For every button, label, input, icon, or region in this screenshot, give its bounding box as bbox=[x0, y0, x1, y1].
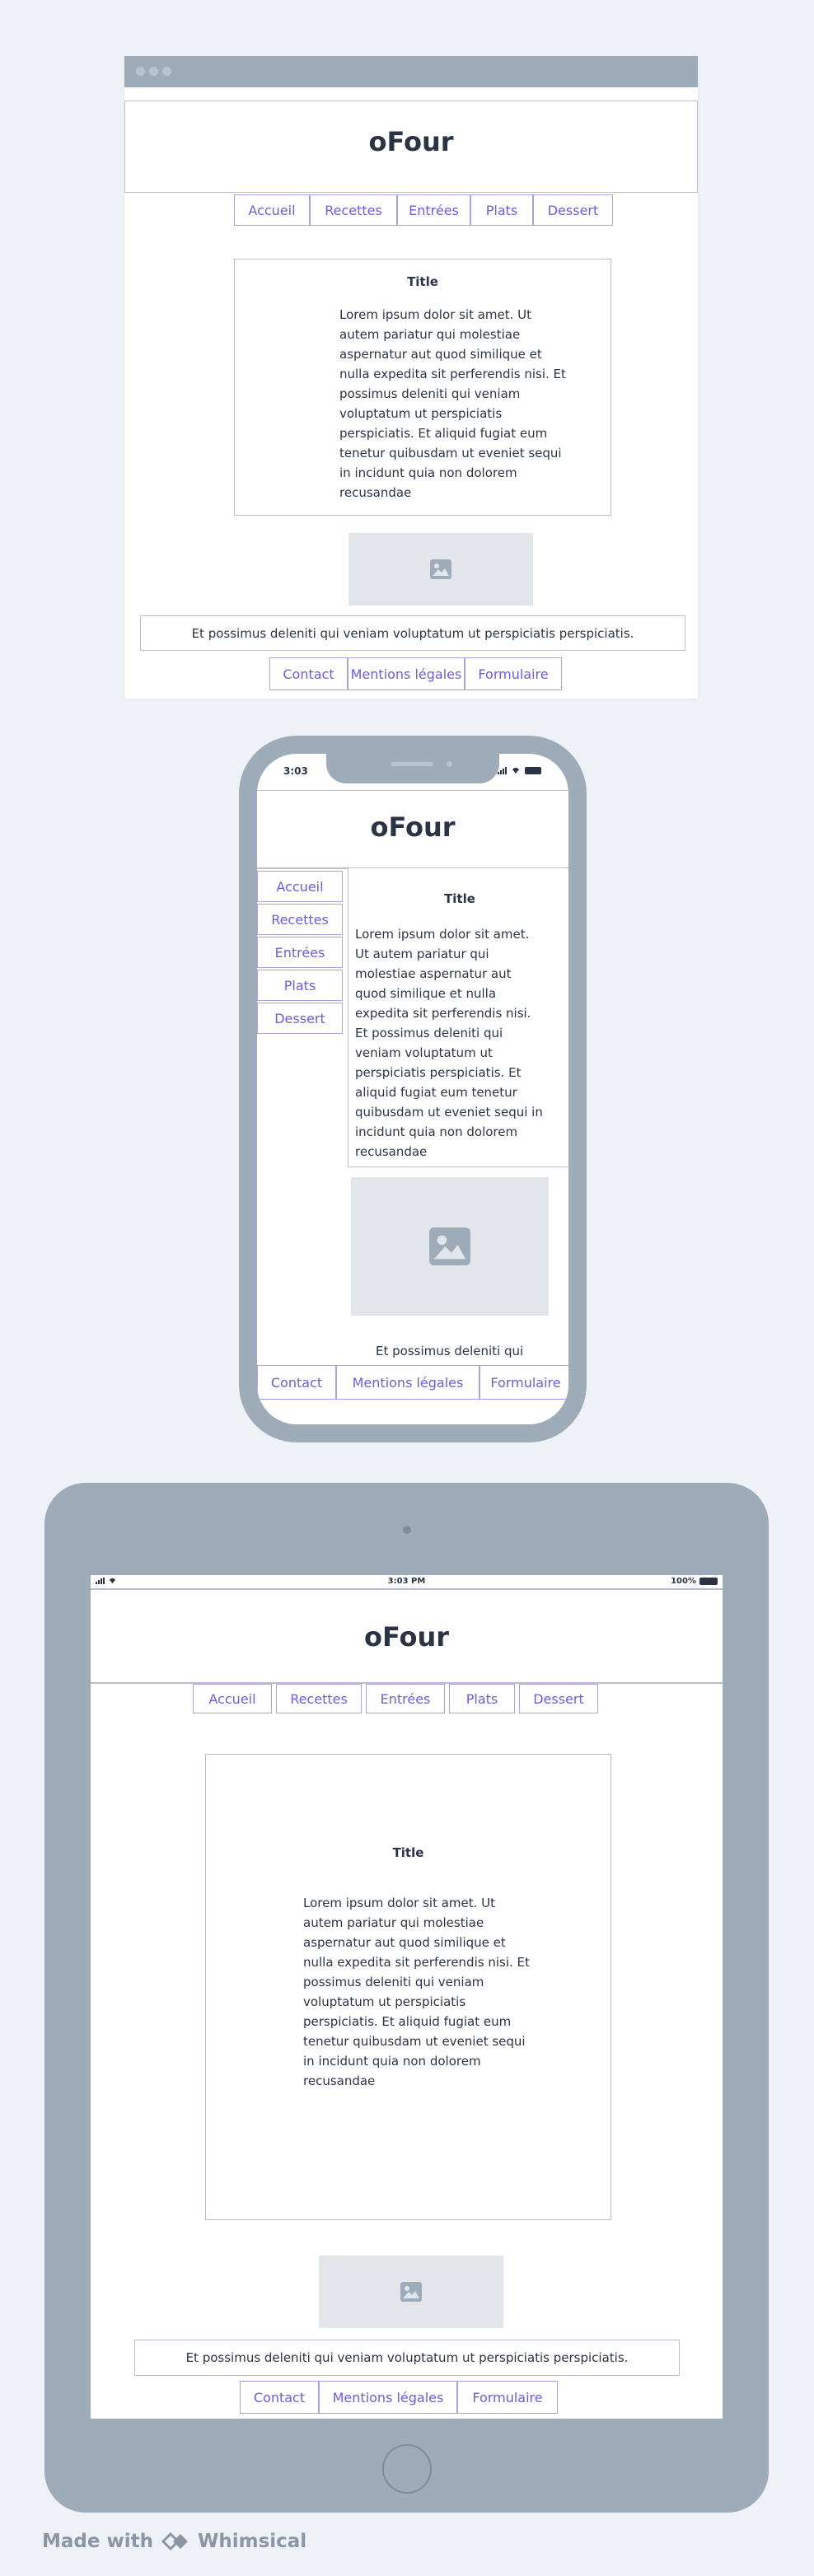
image-placeholder bbox=[319, 2256, 503, 2328]
made-with-label: Made with bbox=[42, 2531, 153, 2552]
nav-recettes-button[interactable]: Recettes bbox=[276, 1684, 362, 1713]
tablet-screen: 3:03 PM 100% oFour Accueil Recettes Entr… bbox=[91, 1575, 723, 2419]
nav-dessert-button[interactable]: Dessert bbox=[257, 1003, 343, 1034]
footer-mentions-link[interactable]: Mentions légales bbox=[348, 657, 465, 690]
window-dot bbox=[136, 67, 145, 76]
content-card: Title Lorem ipsum dolor sit amet. Ut aut… bbox=[234, 259, 611, 516]
tablet-mockup: 3:03 PM 100% oFour Accueil Recettes Entr… bbox=[44, 1483, 769, 2513]
nav-dessert-button[interactable]: Dessert bbox=[533, 194, 613, 226]
footer-mentions-link[interactable]: Mentions légales bbox=[336, 1365, 480, 1400]
card-title: Title bbox=[444, 891, 475, 906]
image-icon bbox=[400, 2282, 422, 2302]
site-title: oFour bbox=[363, 1621, 450, 1653]
nav-plats-button[interactable]: Plats bbox=[449, 1684, 515, 1713]
nav-entrees-button[interactable]: Entrées bbox=[397, 194, 470, 226]
made-with-branding: Made with Whimsical bbox=[42, 2531, 306, 2552]
card-title: Title bbox=[407, 274, 438, 289]
window-dot bbox=[162, 67, 171, 76]
status-time: 3:03 PM bbox=[387, 1577, 426, 1586]
nav-entrees-button[interactable]: Entrées bbox=[257, 937, 343, 968]
card-body: Lorem ipsum dolor sit amet. Ut autem par… bbox=[339, 307, 566, 500]
site-header: oFour bbox=[124, 101, 698, 193]
site-title: oFour bbox=[370, 811, 456, 843]
nav-plats-button[interactable]: Plats bbox=[257, 970, 343, 1001]
phone-notch bbox=[326, 754, 499, 783]
footer-formulaire-link[interactable]: Formulaire bbox=[457, 2381, 558, 2414]
battery-icon bbox=[525, 767, 541, 774]
nav-recettes-button[interactable]: Recettes bbox=[310, 194, 397, 226]
site-title: oFour bbox=[368, 126, 454, 157]
phone-screen: 3:03 oFour Accueil Recettes Entrées Plat… bbox=[257, 754, 568, 1424]
battery-percent: 100% bbox=[671, 1577, 696, 1586]
speaker bbox=[391, 762, 433, 766]
nav-entrees-button[interactable]: Entrées bbox=[366, 1684, 445, 1713]
card-body: Lorem ipsum dolor sit amet. Ut autem par… bbox=[355, 927, 543, 1159]
signal-icon bbox=[498, 767, 507, 774]
wifi-icon bbox=[512, 768, 519, 774]
content-card: Title Lorem ipsum dolor sit amet. Ut aut… bbox=[348, 867, 568, 1167]
footer-text: Et possimus deleniti qui bbox=[376, 1344, 524, 1358]
footer-text: Et possimus deleniti qui veniam voluptat… bbox=[134, 2340, 680, 2376]
nav-dessert-button[interactable]: Dessert bbox=[519, 1684, 598, 1713]
desktop-mockup: oFour Accueil Recettes Entrées Plats Des… bbox=[124, 56, 698, 699]
image-icon bbox=[430, 559, 451, 579]
image-placeholder bbox=[351, 1177, 549, 1316]
home-button[interactable] bbox=[382, 2444, 432, 2494]
phone-mockup: 3:03 oFour Accueil Recettes Entrées Plat… bbox=[239, 736, 587, 1442]
footer-contact-link[interactable]: Contact bbox=[269, 657, 348, 690]
card-title: Title bbox=[392, 1845, 424, 1860]
card-body: Lorem ipsum dolor sit amet. Ut autem par… bbox=[303, 1896, 530, 2088]
footer-mentions-link[interactable]: Mentions légales bbox=[319, 2381, 457, 2414]
nav-plats-button[interactable]: Plats bbox=[470, 194, 533, 226]
battery-icon bbox=[699, 1578, 718, 1585]
nav-accueil-button[interactable]: Accueil bbox=[193, 1684, 272, 1713]
image-icon bbox=[429, 1227, 470, 1265]
footer-contact-link[interactable]: Contact bbox=[257, 1365, 336, 1400]
status-icons bbox=[498, 766, 541, 774]
whimsical-logo-icon bbox=[161, 2532, 188, 2550]
footer-formulaire-link[interactable]: Formulaire bbox=[465, 657, 562, 690]
browser-chrome bbox=[124, 56, 698, 87]
image-placeholder bbox=[349, 533, 533, 605]
footer-formulaire-link[interactable]: Formulaire bbox=[480, 1365, 568, 1400]
nav-accueil-button[interactable]: Accueil bbox=[257, 871, 343, 902]
brand-name: Whimsical bbox=[197, 2531, 307, 2552]
nav-recettes-button[interactable]: Recettes bbox=[257, 904, 343, 935]
footer-text: Et possimus deleniti qui veniam voluptat… bbox=[140, 615, 685, 651]
content-card: Title Lorem ipsum dolor sit amet. Ut aut… bbox=[205, 1754, 611, 2220]
status-time: 3:03 bbox=[283, 765, 308, 777]
camera bbox=[447, 761, 452, 767]
footer-contact-link[interactable]: Contact bbox=[240, 2381, 319, 2414]
nav-accueil-button[interactable]: Accueil bbox=[234, 194, 310, 226]
status-right: 100% bbox=[671, 1577, 718, 1586]
camera bbox=[403, 1526, 411, 1534]
window-dot bbox=[149, 67, 158, 76]
